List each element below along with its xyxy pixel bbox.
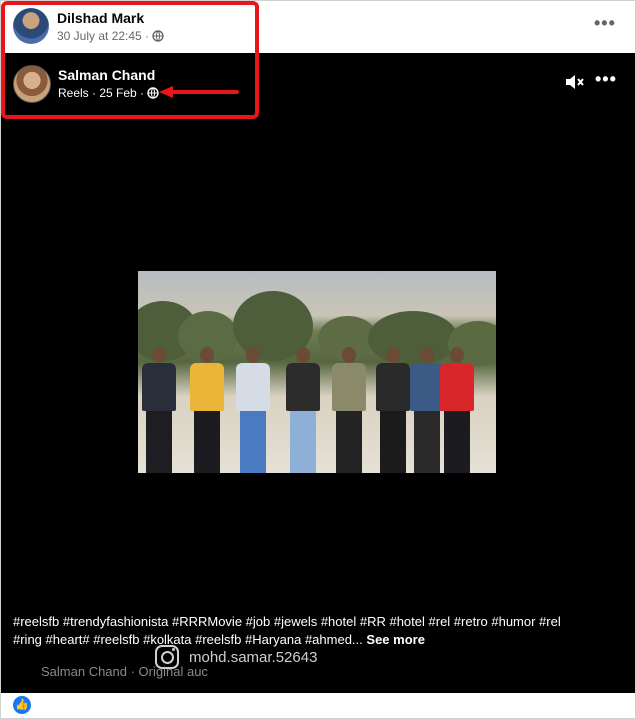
see-more-link[interactable]: See more	[366, 632, 425, 647]
arrow-left-icon	[159, 86, 239, 98]
more-options-button[interactable]: •••	[594, 13, 616, 34]
audio-attribution[interactable]: Salman Chand · Original auc	[41, 664, 209, 679]
caption-text: #reelsfb #trendyfashionista #RRRMovie #j…	[13, 614, 561, 647]
reel-video[interactable]: #reelsfb #trendyfashionista #RRRMovie #j…	[1, 53, 635, 693]
like-reaction-icon[interactable]: 👍	[13, 696, 31, 714]
highlight-box	[1, 1, 259, 119]
video-frame[interactable]	[138, 271, 496, 473]
watermark-handle: mohd.samar.52643	[189, 648, 318, 666]
post-caption: #reelsfb #trendyfashionista #RRRMovie #j…	[13, 613, 573, 649]
post-card: Dilshad Mark 30 July at 22:45 · ••• #ree…	[0, 0, 636, 719]
video-more-options-button[interactable]: •••	[595, 69, 617, 90]
post-footer: 👍	[1, 693, 635, 718]
mute-icon[interactable]	[564, 72, 586, 92]
